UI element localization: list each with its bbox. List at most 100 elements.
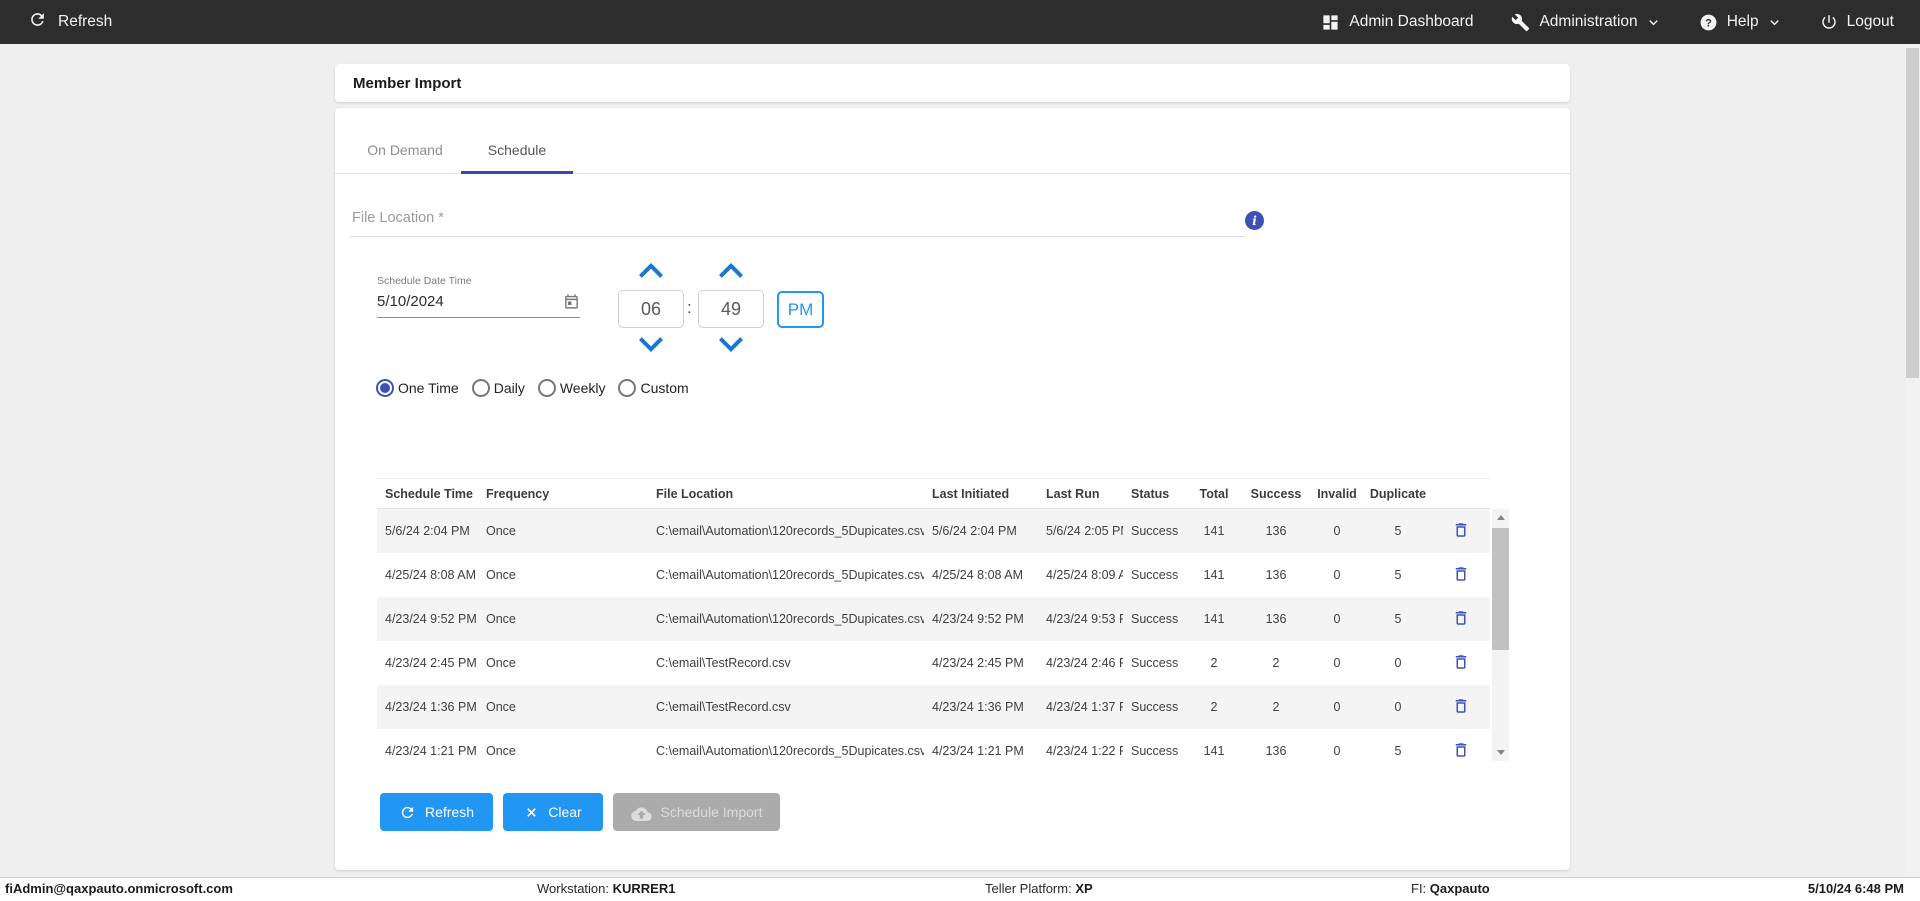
fi-status: FI: Qaxpauto <box>1411 878 1490 900</box>
cell-schedule-time: 5/6/24 2:04 PM <box>377 524 478 538</box>
chevron-down-icon <box>1646 15 1661 30</box>
cell-status: Success <box>1123 744 1185 758</box>
cell-last-initiated: 4/23/24 2:45 PM <box>924 656 1038 670</box>
refresh-button-label: Refresh <box>425 804 474 820</box>
schedule-date-input[interactable] <box>377 293 527 310</box>
topbar-refresh-label: Refresh <box>58 13 112 31</box>
am-pm-toggle[interactable]: PM <box>777 291 824 328</box>
cell-total: 141 <box>1185 612 1243 626</box>
footer-datetime: 5/10/24 6:48 PM <box>1808 878 1904 900</box>
page-title: Member Import <box>353 75 461 92</box>
cell-file-location: C:\email\TestRecord.csv <box>648 700 924 714</box>
cell-actions <box>1431 651 1490 676</box>
cell-status: Success <box>1123 612 1185 626</box>
schedule-import-button[interactable]: Schedule Import <box>613 793 780 831</box>
column-header-schedule-time: Schedule Time <box>377 487 478 501</box>
cell-duplicate: 5 <box>1365 744 1431 758</box>
radio-weekly[interactable]: Weekly <box>538 379 606 397</box>
info-icon[interactable]: i <box>1245 211 1264 230</box>
cell-duplicate: 0 <box>1365 656 1431 670</box>
page-scrollbar-thumb[interactable] <box>1906 48 1919 378</box>
radio-button-icon[interactable] <box>618 379 636 397</box>
admin-dashboard-menu-item[interactable]: Admin Dashboard <box>1321 13 1473 32</box>
cell-status: Success <box>1123 656 1185 670</box>
trash-icon <box>1452 653 1470 674</box>
delete-row-button[interactable] <box>1450 695 1472 720</box>
hour-input[interactable]: 06 <box>618 290 684 328</box>
delete-row-button[interactable] <box>1450 651 1472 676</box>
tab-schedule[interactable]: Schedule <box>461 126 573 173</box>
scroll-up-button[interactable] <box>1492 509 1509 526</box>
cell-duplicate: 5 <box>1365 612 1431 626</box>
file-location-input[interactable] <box>350 202 1245 237</box>
action-buttons: Refresh Clear Schedule Import <box>380 793 780 831</box>
schedule-date-field: Schedule Date Time <box>377 275 580 318</box>
radio-custom[interactable]: Custom <box>618 379 688 397</box>
cell-invalid: 0 <box>1309 568 1365 582</box>
cell-file-location: C:\email\Automation\120records_5Dupicate… <box>648 612 924 626</box>
radio-button-icon[interactable] <box>538 379 556 397</box>
column-header-duplicate: Duplicate <box>1365 487 1431 501</box>
cell-total: 2 <box>1185 700 1243 714</box>
cell-status: Success <box>1123 568 1185 582</box>
tab-on-demand[interactable]: On Demand <box>349 126 461 173</box>
refresh-icon <box>28 10 47 34</box>
cell-actions <box>1431 739 1490 764</box>
column-header-last-initiated: Last Initiated <box>924 487 1038 501</box>
radio-button-icon[interactable] <box>472 379 490 397</box>
hour-decrement-button[interactable] <box>638 336 664 354</box>
admin-dashboard-label: Admin Dashboard <box>1349 13 1473 31</box>
cell-invalid: 0 <box>1309 744 1365 758</box>
radio-one-time[interactable]: One Time <box>376 379 459 397</box>
trash-icon <box>1452 741 1470 762</box>
trash-icon <box>1452 697 1470 718</box>
refresh-button[interactable]: Refresh <box>380 793 493 831</box>
page-scrollbar[interactable] <box>1905 44 1920 877</box>
cell-file-location: C:\email\TestRecord.csv <box>648 656 924 670</box>
minute-decrement-button[interactable] <box>718 336 744 354</box>
column-header-frequency: Frequency <box>478 487 648 501</box>
topbar-refresh-button[interactable]: Refresh <box>0 10 112 34</box>
cell-actions <box>1431 519 1490 544</box>
scroll-down-button[interactable] <box>1492 744 1509 761</box>
radio-daily[interactable]: Daily <box>472 379 525 397</box>
delete-row-button[interactable] <box>1450 519 1472 544</box>
cell-duplicate: 5 <box>1365 524 1431 538</box>
tab-bar: On Demand Schedule <box>335 126 1570 174</box>
cell-schedule-time: 4/23/24 9:52 PM <box>377 612 478 626</box>
calendar-icon[interactable] <box>563 293 580 310</box>
delete-row-button[interactable] <box>1450 739 1472 764</box>
top-navigation-bar: Refresh Admin Dashboard Administration ?… <box>0 0 1920 44</box>
member-import-card: On Demand Schedule i Schedule Date Time … <box>335 108 1570 870</box>
schedule-import-button-label: Schedule Import <box>661 804 763 820</box>
minute-input[interactable]: 49 <box>698 290 764 328</box>
cell-frequency: Once <box>478 568 648 582</box>
clear-button[interactable]: Clear <box>503 793 603 831</box>
delete-row-button[interactable] <box>1450 607 1472 632</box>
table-row: 4/25/24 8:08 AMOnceC:\email\Automation\1… <box>377 553 1490 597</box>
table-row: 4/23/24 1:36 PMOnceC:\email\TestRecord.c… <box>377 685 1490 729</box>
administration-menu-item[interactable]: Administration <box>1511 13 1660 32</box>
delete-row-button[interactable] <box>1450 563 1472 588</box>
cell-status: Success <box>1123 700 1185 714</box>
table-scrollbar[interactable] <box>1492 509 1509 761</box>
radio-button-icon[interactable] <box>376 379 394 397</box>
fi-label: FI: <box>1411 881 1430 896</box>
table-row: 5/6/24 2:04 PMOnceC:\email\Automation\12… <box>377 509 1490 553</box>
column-header-invalid: Invalid <box>1309 487 1365 501</box>
hour-increment-button[interactable] <box>638 261 664 279</box>
table-header-row: Schedule Time Frequency File Location La… <box>377 478 1490 509</box>
minute-increment-button[interactable] <box>718 261 744 279</box>
logout-menu-item[interactable]: Logout <box>1820 13 1894 31</box>
cell-total: 141 <box>1185 524 1243 538</box>
cell-actions <box>1431 607 1490 632</box>
trash-icon <box>1452 521 1470 542</box>
help-menu-item[interactable]: ? Help <box>1699 13 1782 32</box>
table-scrollbar-thumb[interactable] <box>1492 528 1509 650</box>
trash-icon <box>1452 609 1470 630</box>
cell-actions <box>1431 695 1490 720</box>
cell-total: 141 <box>1185 568 1243 582</box>
help-icon: ? <box>1699 13 1718 32</box>
cell-last-run: 4/23/24 2:46 PM <box>1038 656 1123 670</box>
fi-value: Qaxpauto <box>1430 881 1490 896</box>
